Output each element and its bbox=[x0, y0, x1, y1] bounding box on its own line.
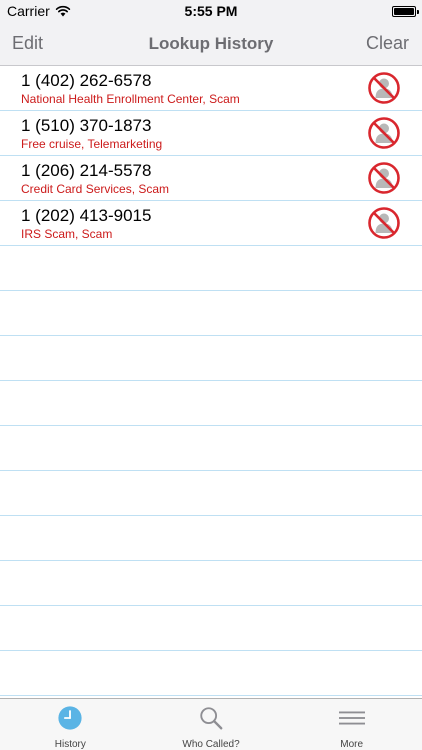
phone-number: 1 (206) 214-5578 bbox=[21, 161, 152, 180]
tab-bar: History Who Called? More bbox=[0, 698, 422, 750]
history-list[interactable]: 1 (402) 262-6578 National Health Enrollm… bbox=[0, 66, 422, 698]
tab-label: Who Called? bbox=[182, 739, 240, 750]
history-row[interactable]: 1 (402) 262-6578 National Health Enrollm… bbox=[0, 66, 422, 111]
history-row[interactable]: 1 (202) 413-9015 IRS Scam, Scam bbox=[0, 201, 422, 246]
edit-button[interactable]: Edit bbox=[12, 33, 43, 54]
caller-description: Credit Card Services, Scam bbox=[21, 182, 170, 196]
search-icon bbox=[200, 707, 223, 730]
blocked-caller-icon[interactable] bbox=[367, 206, 401, 240]
status-bar: Carrier 5:55 PM bbox=[0, 0, 422, 22]
history-row[interactable]: 1 (206) 214-5578 Credit Card Services, S… bbox=[0, 156, 422, 201]
caller-description: National Health Enrollment Center, Scam bbox=[21, 92, 240, 106]
caller-description: Free cruise, Telemarketing bbox=[21, 137, 163, 151]
tab-label: More bbox=[340, 739, 364, 750]
page-title: Lookup History bbox=[148, 34, 274, 53]
blocked-caller-icon[interactable] bbox=[367, 71, 401, 105]
battery-fill bbox=[394, 7, 414, 15]
status-right bbox=[392, 5, 422, 17]
tab-history[interactable]: History bbox=[0, 699, 141, 750]
status-left: Carrier bbox=[0, 3, 71, 19]
battery-icon bbox=[392, 5, 419, 17]
tab-who-called[interactable]: Who Called? bbox=[141, 699, 282, 750]
caller-description: IRS Scam, Scam bbox=[21, 227, 113, 241]
phone-number: 1 (402) 262-6578 bbox=[21, 71, 152, 90]
carrier-label: Carrier bbox=[7, 3, 50, 19]
phone-number: 1 (202) 413-9015 bbox=[21, 206, 152, 225]
blocked-caller-icon[interactable] bbox=[367, 161, 401, 195]
tab-label: History bbox=[54, 739, 86, 750]
menu-icon bbox=[338, 711, 365, 725]
blocked-caller-icon[interactable] bbox=[367, 116, 401, 150]
history-row[interactable]: 1 (510) 370-1873 Free cruise, Telemarket… bbox=[0, 111, 422, 156]
clock-icon bbox=[58, 706, 82, 730]
tab-more[interactable]: More bbox=[281, 699, 422, 750]
phone-number: 1 (510) 370-1873 bbox=[21, 116, 152, 135]
wifi-icon bbox=[55, 5, 70, 17]
nav-bar: Edit Lookup History Clear bbox=[0, 22, 422, 66]
clear-button[interactable]: Clear bbox=[366, 33, 409, 54]
